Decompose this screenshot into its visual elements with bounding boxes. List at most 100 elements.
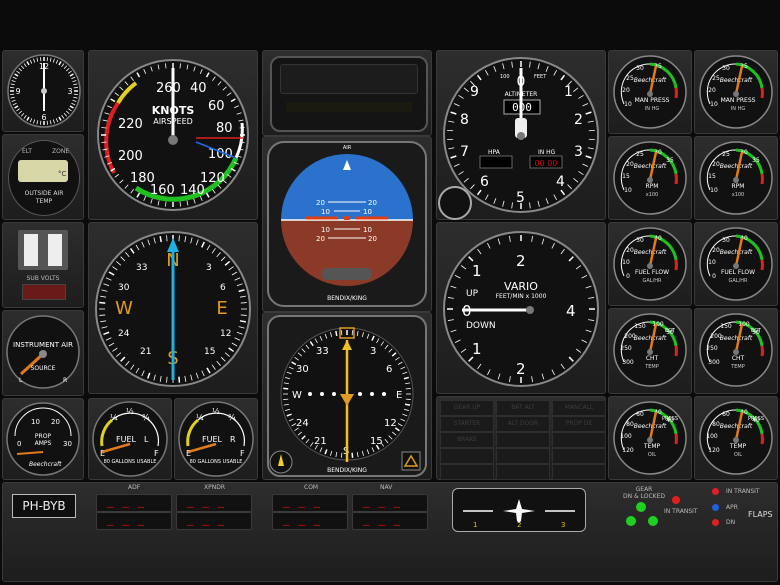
engine-gauge-9-label: TEMP (643, 443, 661, 450)
engine-gauge-2: 10 20 25 30 35 Beechcraft MAN PRESS IN HG (698, 54, 774, 130)
engine-gauge-3-num-5: 35 (666, 157, 674, 164)
flaps-apr-light (712, 504, 719, 511)
fuel-right-label: FUEL (202, 435, 223, 444)
adf-display-2[interactable]: — — — (96, 512, 172, 531)
radio-nav-label: NAV (380, 484, 393, 491)
compass-30: 30 (118, 283, 130, 293)
com-display-2[interactable]: — — — (272, 512, 348, 531)
annunciator-10 (440, 448, 494, 464)
engine-gauge-6-num-1: 10 (708, 259, 716, 266)
engine-gauge-1-label: MAN PRESS (635, 97, 670, 104)
engine-gauge-7: 300 250 200 150 100 50 Beechcraft CHT EGT TEMP (612, 312, 688, 388)
suction-gauge (18, 230, 68, 270)
engine-gauge-8-unit: TEMP (730, 364, 745, 370)
engine-gauge-4: 10 15 20 25 30 35 Beechcraft RPM x100 (698, 140, 774, 216)
attitude-top-label: AIR (343, 145, 352, 151)
alt-inhg-value: 00 00 (535, 159, 558, 168)
engine-gauge-6-num-3: 30 (722, 237, 730, 244)
nav-display-1[interactable]: — — — (352, 494, 428, 513)
engine-gauge-1-num-3: 30 (636, 65, 644, 72)
vario-2-down: 2 (516, 360, 526, 378)
engine-gauge-9-num-1: 100 (620, 433, 632, 440)
com-display-1[interactable]: — — — (272, 494, 348, 513)
engine-gauge-10-label2: PRESS (748, 416, 764, 422)
engine-gauge-3-num-3: 25 (636, 151, 644, 158)
oat-header-right: ZONE (52, 148, 70, 155)
compass-12: 12 (220, 329, 231, 339)
attitude-adjust-knob[interactable] (322, 268, 372, 280)
fuel-left-q3: ¾ (142, 413, 150, 422)
gear-title-1: GEAR (635, 486, 653, 493)
trim-indicator[interactable]: 1 2 3 (452, 488, 586, 532)
compass-21: 21 (140, 347, 151, 357)
engine-gauge-5-label: FUEL FLOW (635, 269, 669, 276)
hsi-21: 21 (314, 436, 327, 447)
engine-gauge-2-num-3: 30 (722, 65, 730, 72)
nav-display-2[interactable]: — — — (352, 512, 428, 531)
engine-gauge-3-num-1: 15 (622, 173, 630, 180)
alt-inhg-label: IN HG (538, 149, 556, 156)
xpndr-display-1[interactable]: — — — (176, 494, 252, 513)
engine-gauge-8-label: CHT (732, 355, 745, 362)
annunciator-6: PROP DE (552, 416, 606, 432)
fuel-right-half: ½ (212, 407, 220, 416)
airspeed-indicator: 260 40 220 60 80 200 100 180 120 160 140… (96, 58, 250, 212)
engine-gauge-10-unit: OIL (734, 452, 742, 458)
flaps-lever[interactable] (740, 488, 770, 506)
clock-gauge[interactable]: 12 3 6 9 (6, 53, 82, 129)
clock-6: 6 (41, 113, 46, 122)
prop-amps-unit: AMPS (35, 440, 52, 447)
hsi-24: 24 (296, 418, 309, 429)
instrument-air-gauge[interactable]: INSTRUMENT AIR L R SOURCE (5, 312, 81, 392)
annunciator-1: GEAR UP (440, 400, 494, 416)
gear-transit-light (672, 496, 680, 504)
oat-header-left: ELT (22, 148, 32, 155)
engine-gauge-10-num-1: 100 (706, 433, 718, 440)
vario-down: DOWN (466, 321, 496, 331)
alt-9: 9 (470, 84, 479, 100)
engine-gauge-10: 120 100 80 60 40 40 Beechcraft TEMP PRESS OIL (698, 400, 774, 476)
engine-gauge-3-unit: x100 (646, 192, 659, 198)
adf-display-1[interactable]: — — — (96, 494, 172, 513)
engine-gauge-4-num-0: 10 (710, 187, 718, 194)
engine-gauge-9-num-0: 120 (622, 447, 634, 454)
alt-3: 3 (574, 144, 583, 160)
annunciator-12 (552, 448, 606, 464)
as-200: 200 (118, 149, 143, 164)
gear-light-left (626, 516, 636, 526)
attitude-pitch-20a: 20 (316, 199, 325, 207)
engine-gauge-8-num-3: 150 (720, 323, 732, 330)
alt-top-right: FEET (534, 74, 547, 80)
altimeter-knob[interactable] (438, 186, 472, 220)
suction-slider[interactable] (22, 284, 66, 300)
alt-top-left: 100 (500, 74, 510, 80)
engine-gauge-6-label: FUEL FLOW (721, 269, 755, 276)
annunciator-2: BAT ALT (496, 400, 550, 416)
engine-gauge-6-num-0: 0 (712, 273, 716, 280)
fuel-right-gauge: E ¼ ½ ¾ F FUEL R 80 GALLONS USABLE (176, 400, 256, 478)
vario-sub: FEET/MIN x 1000 (496, 293, 547, 300)
engine-gauge-7-label2: EGT (665, 328, 676, 334)
annunciator-15 (552, 464, 606, 480)
annunciator-9 (552, 432, 606, 448)
fuel-left-f: F (154, 449, 159, 458)
as-140: 140 (180, 183, 205, 198)
engine-gauge-4-num-5: 35 (752, 157, 760, 164)
engine-gauge-9: 120 100 80 60 40 40 Beechcraft TEMP PRESS OIL (612, 400, 688, 476)
engine-gauge-9-num-3: 60 (636, 411, 644, 418)
fuel-left-gauge: E ¼ ½ ¾ F FUEL L 80 GALLONS USABLE (90, 400, 170, 478)
hsi-w: W (292, 390, 302, 401)
gear-transit-label: IN TRANSIT (664, 508, 698, 515)
engine-gauge-7-num-4: 100 (652, 321, 664, 328)
clock-9: 9 (15, 87, 20, 96)
xpndr-display-2[interactable]: — — — (176, 512, 252, 531)
prop-amps-label: PROP (35, 433, 52, 440)
oat-label-1: OUTSIDE AIR (24, 190, 64, 197)
hsi-brand: BENDIX/KING (327, 467, 367, 474)
fuel-right-q1: ¼ (196, 413, 204, 422)
fuel-left-side: L (144, 435, 149, 444)
annunciator-3: MANCALL (552, 400, 606, 416)
autopilot-display[interactable] (270, 56, 428, 132)
engine-gauge-4-num-3: 25 (722, 151, 730, 158)
engine-gauge-3-label: RPM (646, 183, 659, 190)
